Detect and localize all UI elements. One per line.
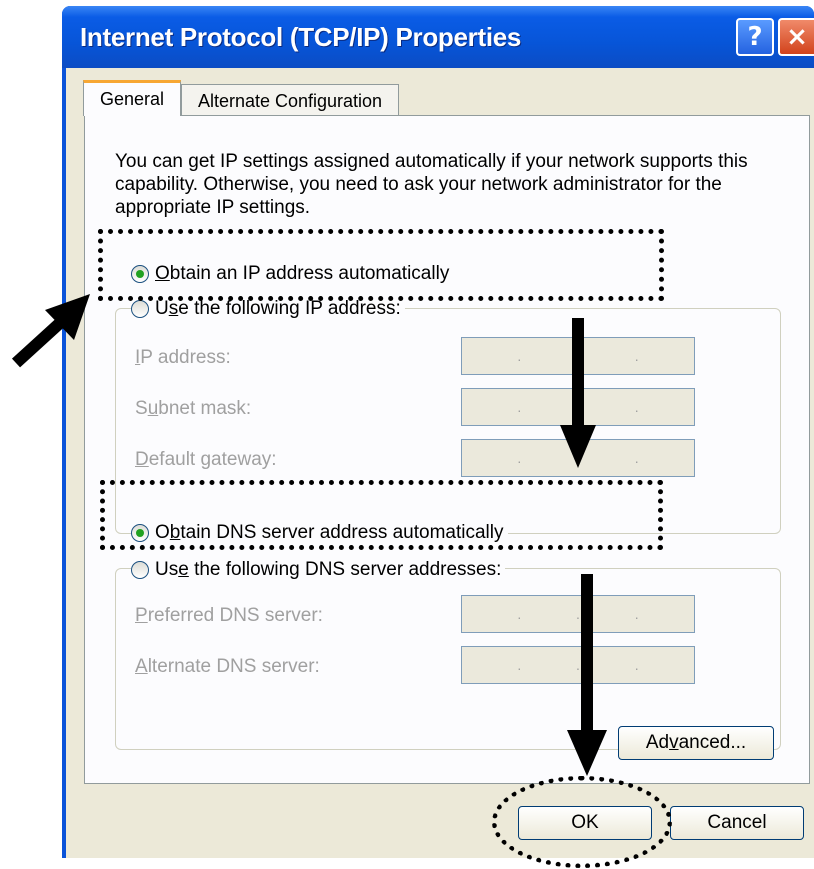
annotation-arrows [11,294,607,776]
diagonal-arrow-icon [11,294,90,368]
tab-general[interactable]: General [83,80,181,116]
down-arrow-to-ok-icon [567,574,607,776]
down-arrow-icon [560,318,596,468]
tab-label: General [99,89,165,109]
